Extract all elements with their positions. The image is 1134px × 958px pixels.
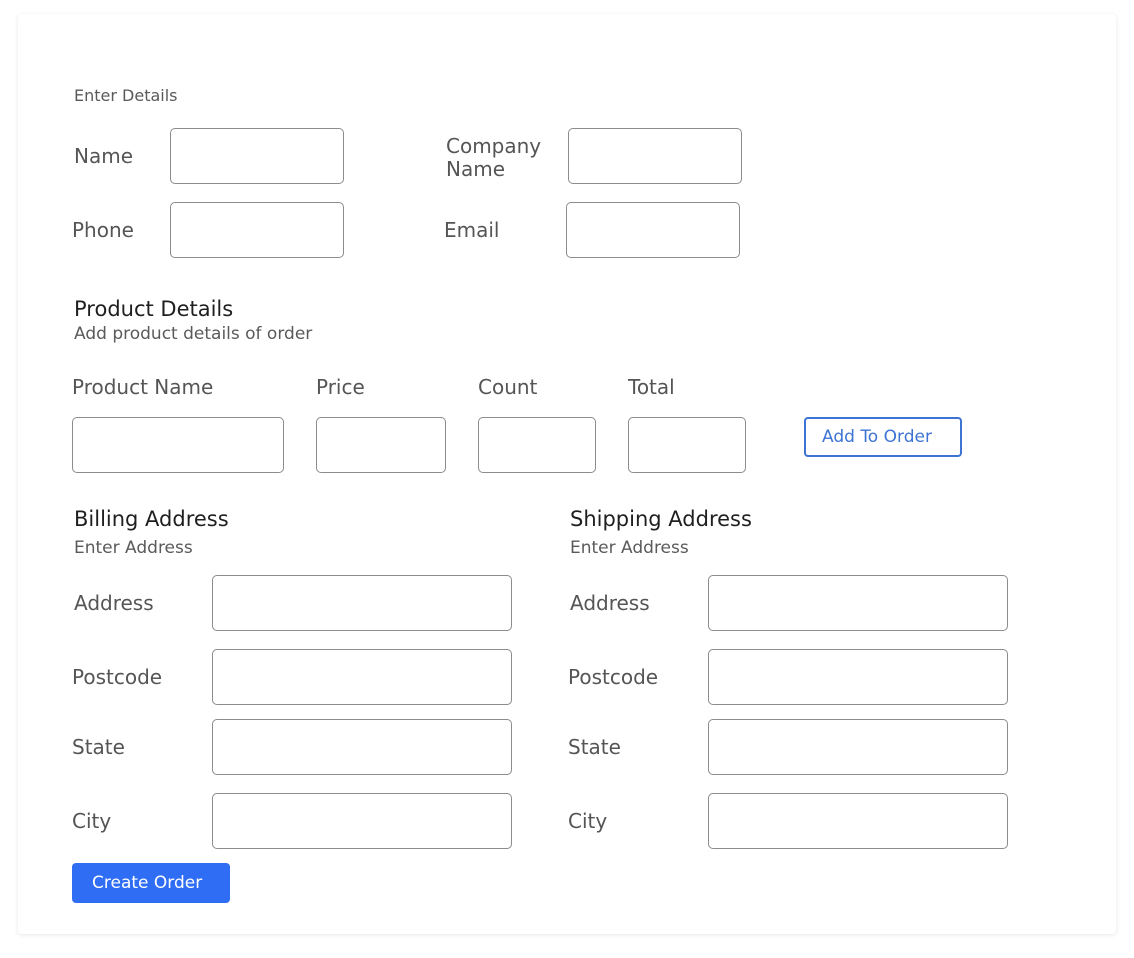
phone-input[interactable] <box>170 202 344 258</box>
shipping-city-input[interactable] <box>708 793 1008 849</box>
shipping-city-label: City <box>568 809 608 833</box>
product-name-label: Product Name <box>72 375 214 399</box>
email-label: Email <box>444 218 500 242</box>
shipping-address-subtitle: Enter Address <box>570 538 689 558</box>
count-input[interactable] <box>478 417 596 473</box>
shipping-state-input[interactable] <box>708 719 1008 775</box>
shipping-address-label: Address <box>570 591 650 615</box>
shipping-postcode-input[interactable] <box>708 649 1008 705</box>
billing-postcode-input[interactable] <box>212 649 512 705</box>
company-name-input[interactable] <box>568 128 742 184</box>
shipping-postcode-label: Postcode <box>568 665 659 689</box>
billing-address-subtitle: Enter Address <box>74 538 193 558</box>
shipping-address-title: Shipping Address <box>570 507 752 531</box>
email-input[interactable] <box>566 202 740 258</box>
total-label: Total <box>628 375 675 399</box>
billing-address-title: Billing Address <box>74 507 229 531</box>
billing-postcode-label: Postcode <box>72 665 163 689</box>
count-label: Count <box>478 375 538 399</box>
company-name-label: Company Name <box>446 134 542 181</box>
enter-details-heading: Enter Details <box>74 86 178 105</box>
billing-state-input[interactable] <box>212 719 512 775</box>
create-order-button[interactable]: Create Order <box>72 863 230 903</box>
product-details-subtitle: Add product details of order <box>74 324 313 344</box>
total-input[interactable] <box>628 417 746 473</box>
billing-city-label: City <box>72 809 112 833</box>
price-label: Price <box>316 375 365 399</box>
shipping-state-label: State <box>568 735 621 759</box>
phone-label: Phone <box>72 218 134 242</box>
billing-city-input[interactable] <box>212 793 512 849</box>
shipping-address-input[interactable] <box>708 575 1008 631</box>
price-input[interactable] <box>316 417 446 473</box>
add-to-order-button[interactable]: Add To Order <box>804 417 962 457</box>
billing-address-input[interactable] <box>212 575 512 631</box>
product-details-title: Product Details <box>74 297 234 321</box>
billing-state-label: State <box>72 735 125 759</box>
billing-address-label: Address <box>74 591 154 615</box>
name-label: Name <box>74 144 134 168</box>
name-input[interactable] <box>170 128 344 184</box>
product-name-input[interactable] <box>72 417 284 473</box>
